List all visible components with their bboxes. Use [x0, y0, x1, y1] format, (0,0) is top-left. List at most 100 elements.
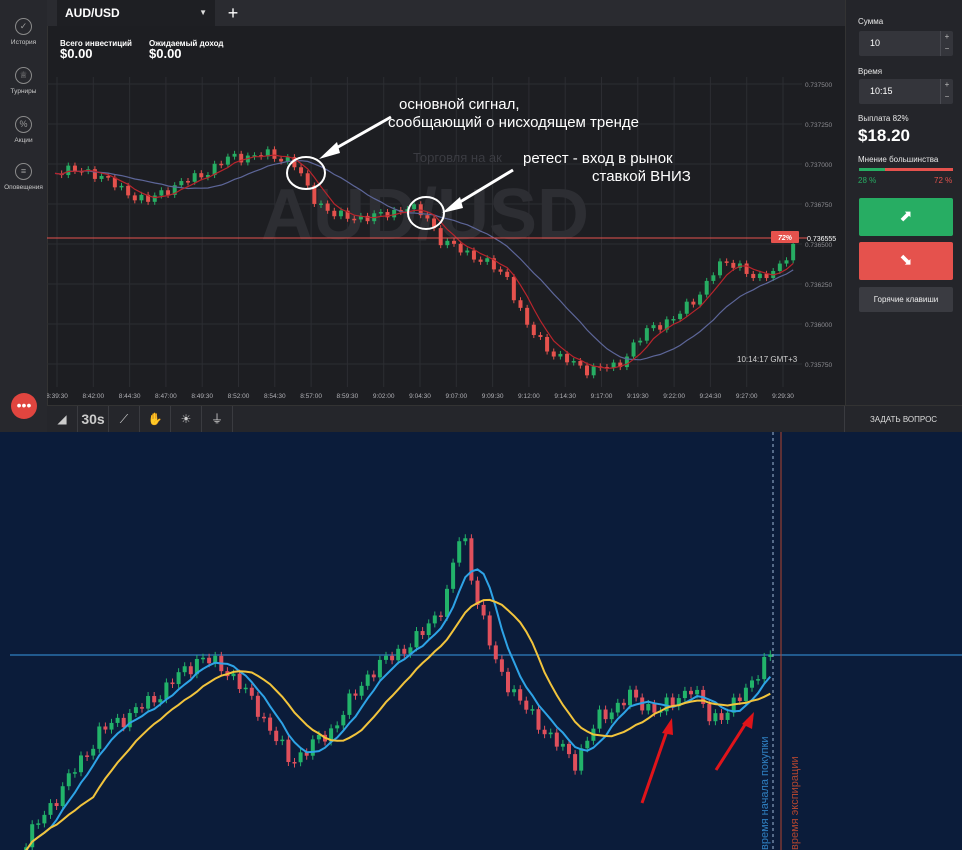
chart-clock: 10:14:17 GMT+3	[737, 355, 798, 364]
theme-tool[interactable]: ☀	[171, 406, 202, 432]
time-tick: 8:42:00	[82, 393, 104, 400]
sentiment-label: Мнение большинства	[858, 155, 939, 164]
drawing-tool[interactable]: ⟋	[109, 406, 140, 432]
current-payout-label: 72%	[778, 235, 793, 242]
candle-body	[548, 732, 553, 735]
candle-body	[272, 149, 277, 159]
payout-label: Выплата 82%	[858, 114, 909, 123]
candle-body	[573, 754, 578, 771]
candle-body	[109, 722, 114, 730]
sentiment-up: 28 %	[858, 176, 877, 185]
candle-body	[119, 185, 124, 188]
amount-stepper[interactable]: + −	[940, 31, 953, 56]
candle-body	[232, 153, 237, 157]
area-chart-tool[interactable]: ◢	[47, 406, 78, 432]
purchase-time-label: время начала покупки	[759, 737, 771, 850]
minus-icon[interactable]: −	[941, 43, 953, 55]
candle-body	[371, 674, 376, 678]
candle-body	[42, 814, 47, 824]
candle-body	[249, 687, 254, 696]
time-tick: 9:17:00	[591, 393, 613, 400]
candle-body	[347, 693, 352, 715]
candle-body	[279, 158, 284, 162]
sun-icon: ☀	[180, 412, 192, 426]
plug-icon: ⏚	[210, 412, 223, 426]
amount-label: Сумма	[858, 17, 884, 26]
second-chart-screenshot: время начала покупки время экспирации	[0, 432, 962, 850]
candle-body	[579, 748, 584, 771]
candle-body	[54, 803, 59, 807]
buy-up-button[interactable]: ⬈	[859, 198, 953, 236]
price-tick: 0.736500	[805, 242, 832, 249]
asset-tab[interactable]: AUD/USD ▼	[57, 0, 215, 26]
chat-button[interactable]: •••	[11, 393, 37, 419]
nav-tournaments[interactable]: ♕ Турниры	[0, 67, 47, 95]
candle-body	[325, 203, 330, 211]
nav-promotions-label: Акции	[14, 137, 33, 144]
ask-question-button[interactable]: ЗАДАТЬ ВОПРОС	[844, 406, 962, 432]
time-tick: 8:39:30	[47, 393, 68, 400]
candle-body	[743, 687, 748, 701]
candle-body	[166, 190, 171, 195]
candle-body	[274, 730, 279, 742]
candle-body	[219, 163, 224, 166]
candle-body	[518, 689, 523, 701]
candle-body	[658, 325, 663, 330]
chart-down-icon: ⬊	[899, 252, 913, 269]
candle-body	[192, 173, 197, 182]
candle-body	[353, 693, 358, 696]
candle-body	[310, 739, 315, 756]
candle-body	[121, 717, 126, 728]
caret-down-icon[interactable]: ▼	[199, 0, 207, 26]
candle-body	[684, 301, 689, 314]
candle-body	[713, 713, 718, 722]
candle-body	[597, 709, 602, 729]
time-tick: 8:49:30	[191, 393, 213, 400]
candle-body	[744, 263, 749, 274]
expiration-label: время экспирации	[789, 756, 801, 850]
plugin-tool[interactable]: ⏚	[202, 406, 233, 432]
candle-body	[99, 175, 104, 179]
red-arrow-1	[640, 727, 670, 804]
amount-input[interactable]: 10 + −	[859, 31, 953, 56]
candle-body	[465, 250, 470, 253]
candle-body	[402, 648, 407, 654]
time-stepper[interactable]: + −	[940, 79, 953, 104]
candle-body	[603, 709, 608, 720]
candle-body	[725, 712, 730, 720]
time-tick: 8:54:30	[264, 393, 286, 400]
nav-tournaments-label: Турниры	[10, 88, 37, 95]
minus-icon[interactable]: −	[941, 91, 953, 103]
candle-body	[231, 673, 236, 677]
plus-icon[interactable]: +	[941, 31, 953, 43]
time-tick: 9:27:00	[736, 393, 758, 400]
candle-body	[97, 726, 102, 749]
moving-average-cyan	[24, 568, 772, 850]
trading-platform-screenshot: ✓ История ♕ Турниры % Акции ≡ Оповещения…	[0, 0, 962, 432]
signal-arrow	[330, 115, 392, 153]
candle-body	[471, 250, 476, 260]
nav-promotions[interactable]: % Акции	[0, 116, 47, 144]
candle-body	[731, 262, 736, 268]
time-input[interactable]: 10:15 + −	[859, 79, 953, 104]
nav-history[interactable]: ✓ История	[0, 18, 47, 46]
candle-body	[243, 687, 248, 690]
nav-alerts[interactable]: ≡ Оповещения	[0, 163, 47, 191]
candle-body	[524, 700, 529, 710]
hotkeys-button[interactable]: Горячие клавиши	[859, 287, 953, 312]
candle-body	[457, 541, 462, 563]
timeframe-button[interactable]: 30s	[78, 406, 109, 432]
price-tick: 0.737250	[805, 122, 832, 129]
candle-body	[560, 743, 565, 747]
buy-down-button[interactable]: ⬊	[859, 242, 953, 280]
add-tab-button[interactable]: +	[220, 0, 246, 26]
candle-body	[757, 273, 762, 279]
candle-body	[438, 228, 443, 246]
candle-body	[377, 659, 382, 678]
candle-body	[768, 654, 773, 657]
price-chart[interactable]: AUD/USD Торговля на ак 72% 0.736555 0.73…	[47, 27, 845, 405]
candle-body	[531, 324, 536, 336]
indicators-tool[interactable]: ✋	[140, 406, 171, 432]
candle-body	[724, 261, 729, 263]
plus-icon[interactable]: +	[941, 79, 953, 91]
